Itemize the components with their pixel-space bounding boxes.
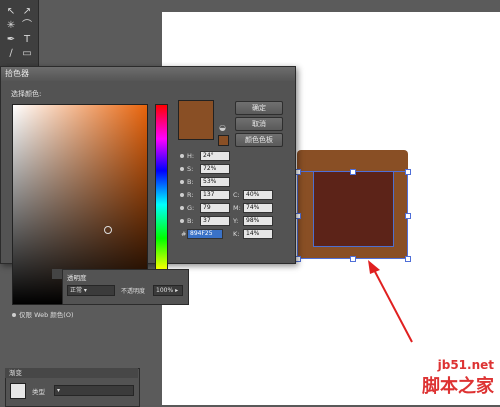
hue-radio[interactable] [180,154,184,158]
watermark: jb51.net 脚本之家 [422,358,494,398]
checkbox-box[interactable] [12,313,16,317]
cyan-label: C: [233,191,240,199]
resize-handle[interactable] [405,213,411,219]
yellow-label: Y: [233,217,239,225]
saturation-radio[interactable] [180,167,184,171]
red-row: R: [180,190,194,200]
gradient-type-label: 类型 [32,388,45,396]
black-label: K: [233,230,240,238]
web-colors-only-checkbox[interactable]: 仅限 Web 颜色(O) [12,309,74,319]
out-of-gamut-warning-icon[interactable]: ◒ [218,123,227,132]
saturation-row: S: [180,164,193,174]
hex-field[interactable]: 894F25 [187,229,223,239]
color-picker-dialog: 拾色器 选择颜色: ◒ 确定 取消 颜色色板 H: 24° S: 72% B: … [0,66,296,319]
blend-mode-select[interactable]: 正常 ▾ [67,285,115,296]
pen-tool-icon[interactable]: ✒ [4,34,18,46]
brightness-field[interactable]: 53% [200,177,230,187]
cyan-field[interactable]: 40% [243,190,273,200]
gradient-tab[interactable]: 渐变 [9,369,22,377]
magenta-label: M: [233,204,241,212]
ok-button[interactable]: 确定 [235,101,283,115]
magic-wand-tool-icon[interactable]: ✳ [4,20,18,32]
resize-handle[interactable] [350,256,356,262]
gradient-type-select[interactable]: ▾ [54,385,134,396]
dialog-title-bar[interactable]: 拾色器 [1,67,295,81]
blue-row: B: [180,216,194,226]
black-field[interactable]: 14% [243,229,273,239]
gradient-swatch[interactable] [10,383,26,399]
hue-row: H: [180,151,194,161]
type-tool-icon[interactable]: T [20,34,34,46]
annotation-arrow [368,260,413,343]
dialog-title: 拾色器 [5,69,29,78]
transparency-panel: 透明度 正常 ▾ 不透明度 100% ▸ [62,269,189,305]
direct-selection-tool-icon[interactable]: ↗ [20,6,34,18]
hue-field[interactable]: 24° [200,151,230,161]
select-color-label: 选择颜色: [11,90,42,98]
watermark-url: jb51.net [437,358,494,372]
yellow-field[interactable]: 98% [243,216,273,226]
resize-handle[interactable] [350,169,356,175]
blue-radio[interactable] [180,219,184,223]
color-swatches-button[interactable]: 颜色色板 [235,133,283,147]
red-field[interactable]: 137 [200,190,230,200]
selection-bounding-box [297,171,408,259]
color-cursor[interactable] [104,226,112,234]
hex-prefix: # [181,230,187,238]
brightness-row: B: [180,177,194,187]
saturation-field[interactable]: 72% [200,164,230,174]
new-color-swatch [178,100,214,140]
cancel-button[interactable]: 取消 [235,117,283,131]
opacity-select[interactable]: 100% ▸ [153,285,183,296]
lasso-tool-icon[interactable]: ⌒ [20,20,34,32]
selection-tool-icon[interactable]: ↖ [4,6,18,18]
rectangle-tool-icon[interactable]: ▭ [20,48,34,60]
blue-field[interactable]: 37 [200,216,230,226]
gamut-color-swatch[interactable] [218,135,229,146]
green-row: G: [180,203,194,213]
green-field[interactable]: 79 [200,203,230,213]
red-radio[interactable] [180,193,184,197]
opacity-label: 不透明度 [121,288,146,295]
tools-panel: ↖ ↗ ✳ ⌒ ✒ T ∕ ▭ [0,0,39,70]
resize-handle[interactable] [405,169,411,175]
collapsed-panel-tab[interactable] [52,269,62,279]
line-tool-icon[interactable]: ∕ [4,48,18,60]
green-radio[interactable] [180,206,184,210]
magenta-field[interactable]: 74% [243,203,273,213]
brightness-radio[interactable] [180,180,184,184]
watermark-brand: 脚本之家 [422,376,494,397]
web-colors-only-label: 仅限 Web 颜色(O) [19,311,74,319]
transparency-tab[interactable]: 透明度 [67,272,87,282]
gradient-panel-header: 渐变 [5,368,138,378]
